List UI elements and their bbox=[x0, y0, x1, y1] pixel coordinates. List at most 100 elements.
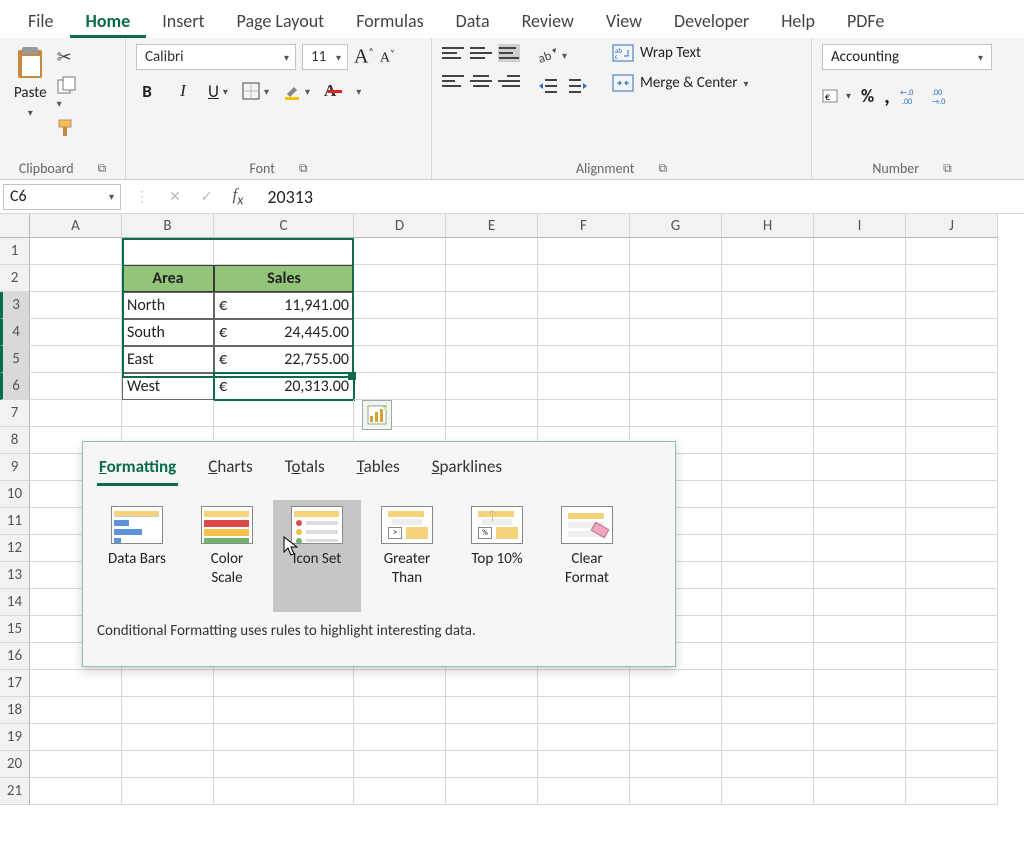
cell[interactable] bbox=[722, 535, 814, 562]
quick-analysis-button[interactable] bbox=[362, 400, 392, 430]
cell[interactable] bbox=[630, 778, 722, 805]
cell[interactable] bbox=[906, 589, 998, 616]
col-header-A[interactable]: A bbox=[30, 214, 122, 238]
cell[interactable] bbox=[630, 697, 722, 724]
percent-button[interactable]: % bbox=[861, 85, 874, 107]
fx-icon[interactable]: fx bbox=[232, 185, 243, 208]
copy-icon[interactable]: ▾ bbox=[57, 76, 77, 111]
cell[interactable] bbox=[354, 265, 446, 292]
tab-pagelayout[interactable]: Page Layout bbox=[221, 0, 341, 38]
col-header-B[interactable]: B bbox=[122, 214, 214, 238]
bold-button[interactable]: B bbox=[136, 80, 158, 102]
cell[interactable] bbox=[538, 724, 630, 751]
cell[interactable] bbox=[906, 319, 998, 346]
cell[interactable] bbox=[814, 751, 906, 778]
cell[interactable] bbox=[30, 751, 122, 778]
cell[interactable] bbox=[214, 238, 354, 265]
cell[interactable] bbox=[214, 697, 354, 724]
cell[interactable] bbox=[354, 724, 446, 751]
cell[interactable] bbox=[214, 751, 354, 778]
cell[interactable] bbox=[814, 589, 906, 616]
cell[interactable] bbox=[814, 562, 906, 589]
cell[interactable] bbox=[30, 319, 122, 346]
qa-tab-tables[interactable]: Tables bbox=[355, 452, 402, 486]
cell[interactable] bbox=[538, 670, 630, 697]
cell[interactable] bbox=[814, 778, 906, 805]
cell[interactable] bbox=[814, 319, 906, 346]
cell[interactable]: North bbox=[122, 292, 214, 319]
cell[interactable] bbox=[214, 778, 354, 805]
cell[interactable] bbox=[122, 697, 214, 724]
cell[interactable]: South bbox=[122, 319, 214, 346]
cell[interactable] bbox=[906, 670, 998, 697]
cell[interactable] bbox=[722, 562, 814, 589]
cell[interactable] bbox=[722, 400, 814, 427]
merge-center-button[interactable]: Merge & Center▾ bbox=[612, 74, 749, 92]
cell[interactable] bbox=[906, 292, 998, 319]
qa-tab-formatting[interactable]: Formatting bbox=[97, 452, 178, 486]
align-center-icon[interactable] bbox=[470, 72, 492, 90]
cell[interactable] bbox=[30, 373, 122, 400]
tab-help[interactable]: Help bbox=[765, 0, 831, 38]
cell[interactable] bbox=[814, 265, 906, 292]
cell[interactable]: €20,313.00 bbox=[214, 373, 354, 400]
cell[interactable] bbox=[814, 373, 906, 400]
cell[interactable] bbox=[814, 616, 906, 643]
row-header[interactable]: 5 bbox=[0, 346, 30, 373]
cell[interactable] bbox=[906, 427, 998, 454]
cell[interactable] bbox=[814, 481, 906, 508]
cell[interactable] bbox=[814, 724, 906, 751]
row-header[interactable]: 1 bbox=[0, 238, 30, 265]
cell[interactable] bbox=[630, 373, 722, 400]
cell[interactable] bbox=[814, 238, 906, 265]
align-middle-icon[interactable] bbox=[470, 44, 492, 62]
cell[interactable] bbox=[538, 751, 630, 778]
row-header[interactable]: 18 bbox=[0, 697, 30, 724]
cell[interactable] bbox=[814, 400, 906, 427]
cell[interactable] bbox=[722, 778, 814, 805]
wrap-text-button[interactable]: abcWrap Text bbox=[612, 44, 749, 62]
cell[interactable] bbox=[122, 400, 214, 427]
cell[interactable] bbox=[446, 238, 538, 265]
cell[interactable] bbox=[354, 319, 446, 346]
align-right-icon[interactable] bbox=[498, 72, 520, 90]
underline-button[interactable]: U▾ bbox=[208, 81, 228, 102]
cell[interactable] bbox=[446, 751, 538, 778]
cell[interactable] bbox=[906, 697, 998, 724]
row-header[interactable]: 4 bbox=[0, 319, 30, 346]
col-header-J[interactable]: J bbox=[906, 214, 998, 238]
cell[interactable] bbox=[446, 724, 538, 751]
row-header[interactable]: 10 bbox=[0, 481, 30, 508]
qa-item-databars[interactable]: Data Bars bbox=[93, 500, 181, 612]
cell[interactable] bbox=[446, 292, 538, 319]
row-header[interactable]: 9 bbox=[0, 454, 30, 481]
cell[interactable] bbox=[814, 292, 906, 319]
cell[interactable] bbox=[30, 778, 122, 805]
cell[interactable] bbox=[814, 427, 906, 454]
cell[interactable] bbox=[354, 697, 446, 724]
decrease-decimal-icon[interactable]: .00→.0 bbox=[932, 87, 954, 105]
cell[interactable] bbox=[214, 670, 354, 697]
font-name-dropdown[interactable]: Calibri▾ bbox=[136, 44, 296, 70]
tab-file[interactable]: File bbox=[12, 0, 70, 38]
formula-input[interactable]: 20313 bbox=[257, 186, 313, 208]
cell[interactable] bbox=[630, 319, 722, 346]
cell[interactable] bbox=[906, 508, 998, 535]
tab-home[interactable]: Home bbox=[70, 0, 147, 38]
cell[interactable] bbox=[538, 238, 630, 265]
cell[interactable] bbox=[538, 697, 630, 724]
row-header[interactable]: 3 bbox=[0, 292, 30, 319]
col-header-H[interactable]: H bbox=[722, 214, 814, 238]
cell[interactable] bbox=[630, 346, 722, 373]
cell[interactable] bbox=[814, 454, 906, 481]
cancel-icon[interactable]: ✕ bbox=[169, 188, 181, 205]
number-format-dropdown[interactable]: Accounting▾ bbox=[822, 44, 992, 70]
cell[interactable] bbox=[906, 562, 998, 589]
cell[interactable] bbox=[446, 346, 538, 373]
cell[interactable] bbox=[630, 751, 722, 778]
cell[interactable] bbox=[630, 238, 722, 265]
cell[interactable] bbox=[722, 373, 814, 400]
cell[interactable] bbox=[906, 724, 998, 751]
cell[interactable] bbox=[722, 427, 814, 454]
row-header[interactable]: 13 bbox=[0, 562, 30, 589]
